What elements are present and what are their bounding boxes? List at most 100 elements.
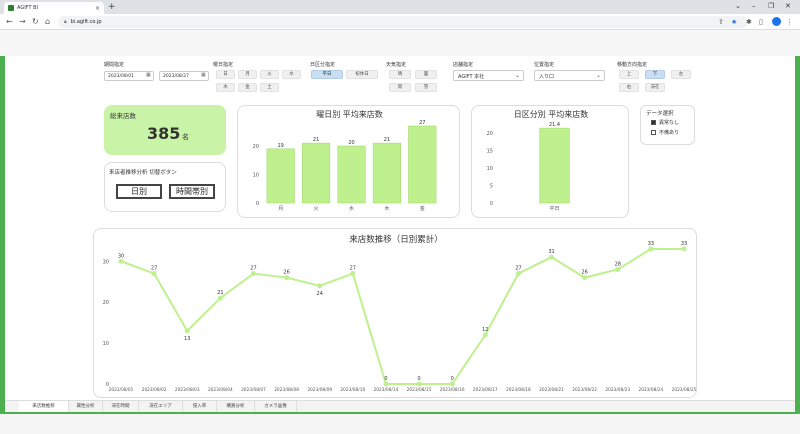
direction-down-button[interactable]: 下	[645, 70, 665, 79]
data-label: 0	[384, 376, 387, 382]
new-tab-icon[interactable]: +	[108, 2, 116, 12]
daily-button[interactable]: 日別	[116, 184, 162, 199]
y-tick-label: 20	[103, 300, 109, 306]
x-tick-label: 2023/08/16	[440, 387, 465, 393]
data-label: 33	[648, 241, 654, 247]
x-tick-label: 2023/08/25	[672, 387, 697, 393]
calendar-icon[interactable]: ▦	[201, 72, 206, 78]
data-point	[681, 246, 687, 252]
weather-cloudy-button[interactable]: 曇	[415, 70, 437, 79]
data-point	[118, 258, 124, 264]
close-tab-icon[interactable]: ×	[95, 5, 100, 12]
data-point	[250, 271, 256, 277]
data-point	[449, 381, 455, 387]
chevron-down-icon: ⌄	[514, 72, 520, 79]
direction-up-button[interactable]: 上	[619, 70, 639, 79]
x-tick-label: 月	[278, 206, 283, 212]
browser-tab[interactable]: AGIFT BI ×	[4, 2, 104, 14]
bar	[266, 148, 295, 204]
x-tick-label: 2023/08/18	[506, 387, 531, 393]
store-select[interactable]: AGIFT 本社 ⌄	[453, 70, 524, 81]
bookmark-star-icon[interactable]: ★	[731, 18, 737, 26]
weekday-thu-button[interactable]: 木	[216, 83, 235, 92]
data-label: 27	[515, 266, 521, 272]
bar	[302, 142, 331, 204]
data-point	[615, 266, 621, 272]
weather-rain-button[interactable]: 雨	[389, 83, 411, 92]
x-tick-label: 木	[384, 205, 389, 212]
sidepanel-icon[interactable]: ▯	[759, 18, 763, 26]
extensions-icon[interactable]: ✱	[746, 18, 752, 26]
x-tick-label: 2023/08/01	[109, 387, 134, 393]
favicon-icon	[8, 5, 14, 11]
weather-sunny-button[interactable]: 晴	[389, 70, 411, 79]
reload-icon[interactable]: ↻	[32, 17, 39, 26]
direction-right-button[interactable]: 右	[619, 83, 639, 92]
kpi-value: 385	[147, 124, 181, 143]
weekday-wed-button[interactable]: 水	[282, 70, 301, 79]
store-label: 店舗指定	[453, 62, 474, 68]
data-point	[317, 283, 323, 289]
data-label: 27	[419, 120, 425, 126]
bottom-frame	[0, 412, 800, 434]
total-visitors-card: 総来店数 385 名	[104, 105, 226, 155]
forward-icon[interactable]: →	[19, 17, 26, 26]
menu-icon[interactable]: ⋮	[786, 18, 793, 26]
data-label: 31	[548, 249, 554, 255]
direction-stay-button[interactable]: 滞在	[645, 83, 665, 92]
direction-label: 移動方向指定	[617, 62, 648, 68]
share-icon[interactable]: ⇪	[718, 18, 724, 26]
bar	[539, 127, 570, 204]
data-point	[416, 381, 422, 387]
weekday-sat-button[interactable]: 土	[260, 83, 279, 92]
weekday-sun-button[interactable]: 日	[216, 70, 235, 79]
address-bar[interactable]: 🔒︎ bi.agift.co.jp	[58, 16, 748, 28]
weather-snow-button[interactable]: 雪	[415, 83, 437, 92]
data-point	[350, 271, 356, 277]
dayclass-holiday-button[interactable]: 祝休日	[346, 70, 378, 79]
data-label: 21	[217, 290, 223, 296]
x-tick-label: 2023/08/02	[142, 387, 167, 393]
minimize-icon[interactable]: –	[752, 2, 756, 10]
y-tick-label: 20	[253, 144, 259, 150]
dayclass-weekday-button[interactable]: 平日	[311, 70, 343, 79]
x-tick-label: 2023/08/24	[638, 387, 663, 393]
hourly-button[interactable]: 時間帯別	[169, 184, 215, 199]
checkbox-defect-label: 不備あり	[659, 130, 680, 136]
profile-avatar[interactable]	[772, 17, 781, 26]
switcher-card: 来店者推移分析 切替ボタン 日別 時間帯別	[104, 162, 226, 212]
y-tick-label: 5	[490, 184, 493, 190]
browser-tab-strip: AGIFT BI × + ⌄ – ❐ ✕	[0, 0, 800, 14]
home-icon[interactable]: ⌂	[45, 17, 50, 26]
position-select[interactable]: 入り口 ⌄	[534, 70, 605, 81]
browser-tab-title: AGIFT BI	[17, 5, 39, 11]
close-window-icon[interactable]: ✕	[785, 2, 791, 10]
direction-left-button[interactable]: 左	[671, 70, 691, 79]
top-spacer	[0, 30, 800, 56]
position-label: 位置指定	[534, 62, 555, 68]
calendar-icon[interactable]: ▦	[146, 72, 151, 78]
period-label: 期間指定	[104, 62, 125, 68]
x-tick-label: 2023/08/10	[340, 387, 365, 393]
kpi-unit: 名	[182, 133, 189, 141]
data-point	[549, 254, 555, 260]
data-label: 33	[681, 241, 687, 247]
weekday-fri-button[interactable]: 金	[238, 83, 257, 92]
back-icon[interactable]: ←	[6, 17, 13, 26]
lock-icon: 🔒︎	[64, 19, 67, 25]
restore-icon[interactable]: ❐	[768, 2, 774, 10]
series-line	[120, 248, 684, 385]
weekday-mon-button[interactable]: 月	[238, 70, 257, 79]
checkbox-defect[interactable]	[651, 130, 656, 135]
x-tick-label: 2023/08/03	[175, 387, 200, 393]
checkbox-normal[interactable]	[651, 120, 656, 125]
weekday-tue-button[interactable]: 火	[260, 70, 279, 79]
x-tick-label: 2023/08/17	[473, 387, 498, 393]
y-tick-label: 0	[256, 201, 259, 207]
data-point	[482, 332, 488, 338]
x-tick-label: 2023/08/04	[208, 387, 233, 393]
chevron-down-icon[interactable]: ⌄	[735, 2, 741, 10]
weather-label: 天気指定	[386, 62, 407, 68]
data-label: 21	[384, 137, 390, 143]
checkbox-normal-label: 異常なし	[659, 120, 680, 126]
